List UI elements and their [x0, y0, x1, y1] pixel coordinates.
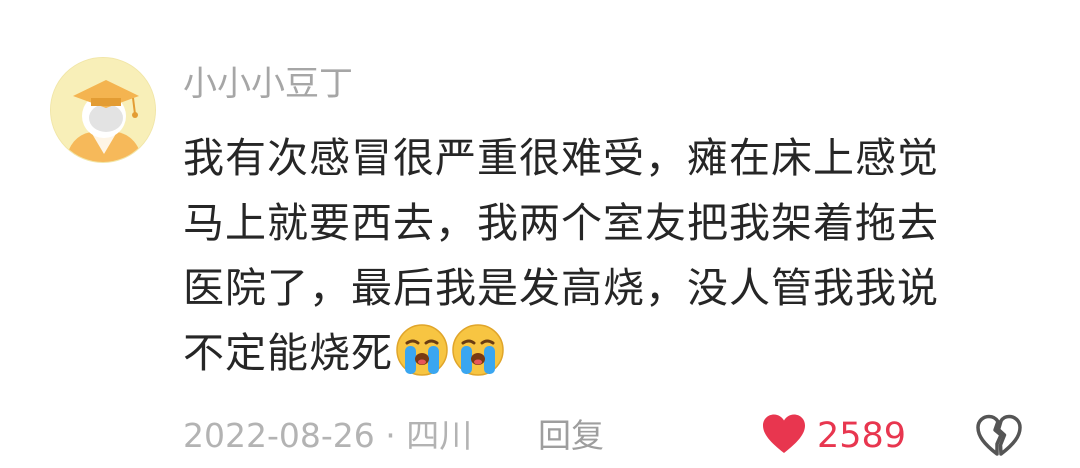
avatar-image: [51, 58, 155, 162]
comment-footer: 2022-08-26 · 四川 回复 2589: [183, 412, 1043, 460]
comment-line-last: 不定能烧死: [183, 321, 1013, 386]
comment-location: 四川: [406, 416, 473, 455]
crying-face-emoji-icon: [395, 323, 449, 396]
dislike-button[interactable]: [975, 414, 1023, 462]
comment-line-text: 不定能烧死: [183, 329, 393, 377]
comment-text: 我有次感冒很严重很难受，瘫在床上感觉 马上就要西去，我两个室友把我架着拖去 医院…: [183, 126, 1013, 386]
crying-face-emoji-icon: [451, 323, 505, 396]
avatar[interactable]: [50, 57, 156, 163]
like-button[interactable]: 2589: [761, 412, 906, 460]
comment-line: 我有次感冒很严重很难受，瘫在床上感觉: [183, 134, 939, 182]
username[interactable]: 小小小豆丁: [183, 62, 353, 106]
broken-heart-icon: [975, 414, 1023, 462]
comment-date: 2022-08-26: [183, 416, 375, 455]
comment-meta: 2022-08-26 · 四川: [183, 418, 472, 454]
meta-separator: ·: [385, 416, 396, 455]
reply-button[interactable]: 回复: [538, 418, 604, 454]
like-count: 2589: [817, 416, 907, 456]
heart-icon: [761, 413, 807, 459]
comment-line: 医院了，最后我是发高烧，没人管我我说: [183, 264, 939, 312]
comment-line: 马上就要西去，我两个室友把我架着拖去: [183, 199, 939, 247]
